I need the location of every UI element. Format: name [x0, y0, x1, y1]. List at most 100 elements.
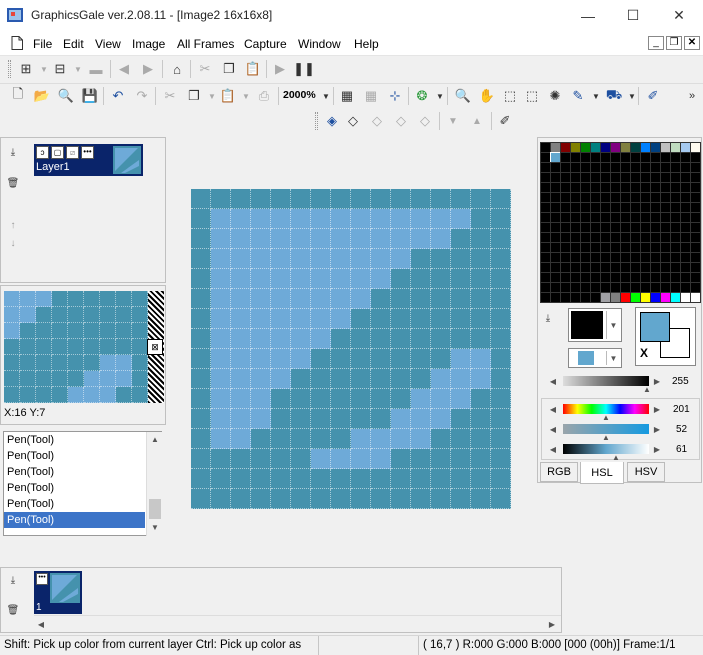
- palette-swatch[interactable]: [670, 182, 681, 193]
- palette-swatch[interactable]: [670, 272, 681, 283]
- palette-swatch[interactable]: [540, 222, 551, 233]
- canvas-pixel[interactable]: [191, 369, 211, 389]
- canvas-pixel[interactable]: [491, 369, 511, 389]
- palette-swatch[interactable]: [580, 242, 591, 253]
- canvas-pixel[interactable]: [451, 489, 471, 509]
- canvas-pixel[interactable]: [351, 449, 371, 469]
- canvas-pixel[interactable]: [331, 249, 351, 269]
- canvas-pixel[interactable]: [311, 309, 331, 329]
- canvas-pixel[interactable]: [211, 349, 231, 369]
- palette-swatch[interactable]: [580, 152, 591, 163]
- layer-up-icon[interactable]: ▲: [467, 111, 487, 131]
- canvas-pixel[interactable]: [251, 469, 271, 489]
- frame-manager-icon[interactable]: ⌂: [167, 59, 187, 79]
- palette-swatch[interactable]: [690, 142, 701, 153]
- palette-swatch[interactable]: [550, 192, 561, 203]
- canvas-pixel[interactable]: [371, 369, 391, 389]
- palette-swatch[interactable]: [680, 152, 691, 163]
- canvas-pixel[interactable]: [231, 469, 251, 489]
- palette-swatch[interactable]: [650, 232, 661, 243]
- layer-mask-icon[interactable]: ⧄: [66, 146, 79, 159]
- palette-swatch[interactable]: [600, 142, 611, 153]
- canvas-pixel[interactable]: [491, 269, 511, 289]
- frame-trash-icon[interactable]: 🗑: [6, 603, 20, 617]
- palette-swatch[interactable]: [660, 172, 671, 183]
- canvas-pixel[interactable]: [271, 429, 291, 449]
- palette-swatch[interactable]: [660, 292, 671, 303]
- frames-scrollbar[interactable]: ◀ ▶: [34, 615, 561, 631]
- canvas-pixel[interactable]: [351, 409, 371, 429]
- palette-swatch[interactable]: [600, 272, 611, 283]
- canvas-pixel[interactable]: [251, 189, 271, 209]
- palette-swatch[interactable]: [580, 232, 591, 243]
- palette-swatch[interactable]: [680, 162, 691, 173]
- canvas-pixel[interactable]: [191, 229, 211, 249]
- palette-swatch[interactable]: [650, 182, 661, 193]
- canvas-pixel[interactable]: [371, 229, 391, 249]
- canvas-pixel[interactable]: [311, 489, 331, 509]
- canvas-pixel[interactable]: [331, 449, 351, 469]
- new-file-icon[interactable]: 🗋: [8, 86, 28, 106]
- palette-swatch[interactable]: [690, 152, 701, 163]
- canvas-pixel[interactable]: [311, 269, 331, 289]
- layer-visible-icon[interactable]: ↄ: [36, 146, 49, 159]
- palette-swatch[interactable]: [620, 172, 631, 183]
- palette-swatch[interactable]: [640, 152, 651, 163]
- canvas-pixel[interactable]: [211, 469, 231, 489]
- lightness-right-icon[interactable]: ▶: [652, 442, 662, 456]
- canvas-pixel[interactable]: [291, 229, 311, 249]
- palette-swatch[interactable]: [550, 212, 561, 223]
- canvas-pixel[interactable]: [271, 289, 291, 309]
- palette-swatch[interactable]: [670, 172, 681, 183]
- palette-swatch[interactable]: [590, 272, 601, 283]
- toolbar-grip[interactable]: [315, 112, 318, 130]
- canvas-pixel[interactable]: [251, 289, 271, 309]
- palette-swatch[interactable]: [680, 172, 691, 183]
- canvas-pixel[interactable]: [271, 489, 291, 509]
- canvas-pixel[interactable]: [351, 309, 371, 329]
- canvas-pixel[interactable]: [431, 229, 451, 249]
- palette-swatch[interactable]: [660, 152, 671, 163]
- canvas-pixel[interactable]: [371, 469, 391, 489]
- layer-more-icon[interactable]: •••: [81, 146, 94, 159]
- canvas-pixel[interactable]: [291, 349, 311, 369]
- palette-swatch[interactable]: [630, 152, 641, 163]
- canvas-pixel[interactable]: [271, 409, 291, 429]
- palette-swatch[interactable]: [610, 212, 621, 223]
- canvas-pixel[interactable]: [231, 409, 251, 429]
- palette-swatch[interactable]: [620, 262, 631, 273]
- palette-swatch[interactable]: [590, 262, 601, 273]
- palette-swatch[interactable]: [540, 232, 551, 243]
- palette-swatch[interactable]: [550, 242, 561, 253]
- palette-swatch[interactable]: [570, 212, 581, 223]
- palette-swatch[interactable]: [620, 142, 631, 153]
- canvas-pixel[interactable]: [331, 289, 351, 309]
- canvas-pixel[interactable]: [231, 209, 251, 229]
- palette-swatch[interactable]: [580, 202, 591, 213]
- palette-swatch[interactable]: [680, 262, 691, 273]
- palette-swatch[interactable]: [660, 282, 671, 293]
- canvas-pixel[interactable]: [331, 209, 351, 229]
- canvas-pixel[interactable]: [231, 449, 251, 469]
- palette-swatch[interactable]: [570, 262, 581, 273]
- canvas-pixel[interactable]: [191, 449, 211, 469]
- palette-swatch[interactable]: [580, 172, 591, 183]
- foreground-color-swatch[interactable]: [640, 312, 670, 342]
- dropdown-arrow-icon[interactable]: ▼: [622, 86, 642, 106]
- copy-icon[interactable]: ❐: [184, 86, 204, 106]
- layer-trash-icon[interactable]: 🗑: [6, 176, 20, 190]
- menu-file[interactable]: File: [33, 37, 52, 51]
- canvas-pixel[interactable]: [371, 309, 391, 329]
- close-button[interactable]: ✕: [656, 0, 702, 31]
- canvas-pixel[interactable]: [471, 469, 491, 489]
- canvas-pixel[interactable]: [471, 369, 491, 389]
- palette-swatch[interactable]: [590, 182, 601, 193]
- canvas-pixel[interactable]: [351, 389, 371, 409]
- palette-swatch[interactable]: [680, 182, 691, 193]
- palette-swatch[interactable]: [540, 192, 551, 203]
- palette-swatch[interactable]: [570, 162, 581, 173]
- palette-swatch[interactable]: [680, 212, 691, 223]
- layer-paint-icon[interactable]: ✐: [495, 111, 515, 131]
- canvas-pixel[interactable]: [471, 269, 491, 289]
- mdi-restore-button[interactable]: ❐: [666, 36, 682, 50]
